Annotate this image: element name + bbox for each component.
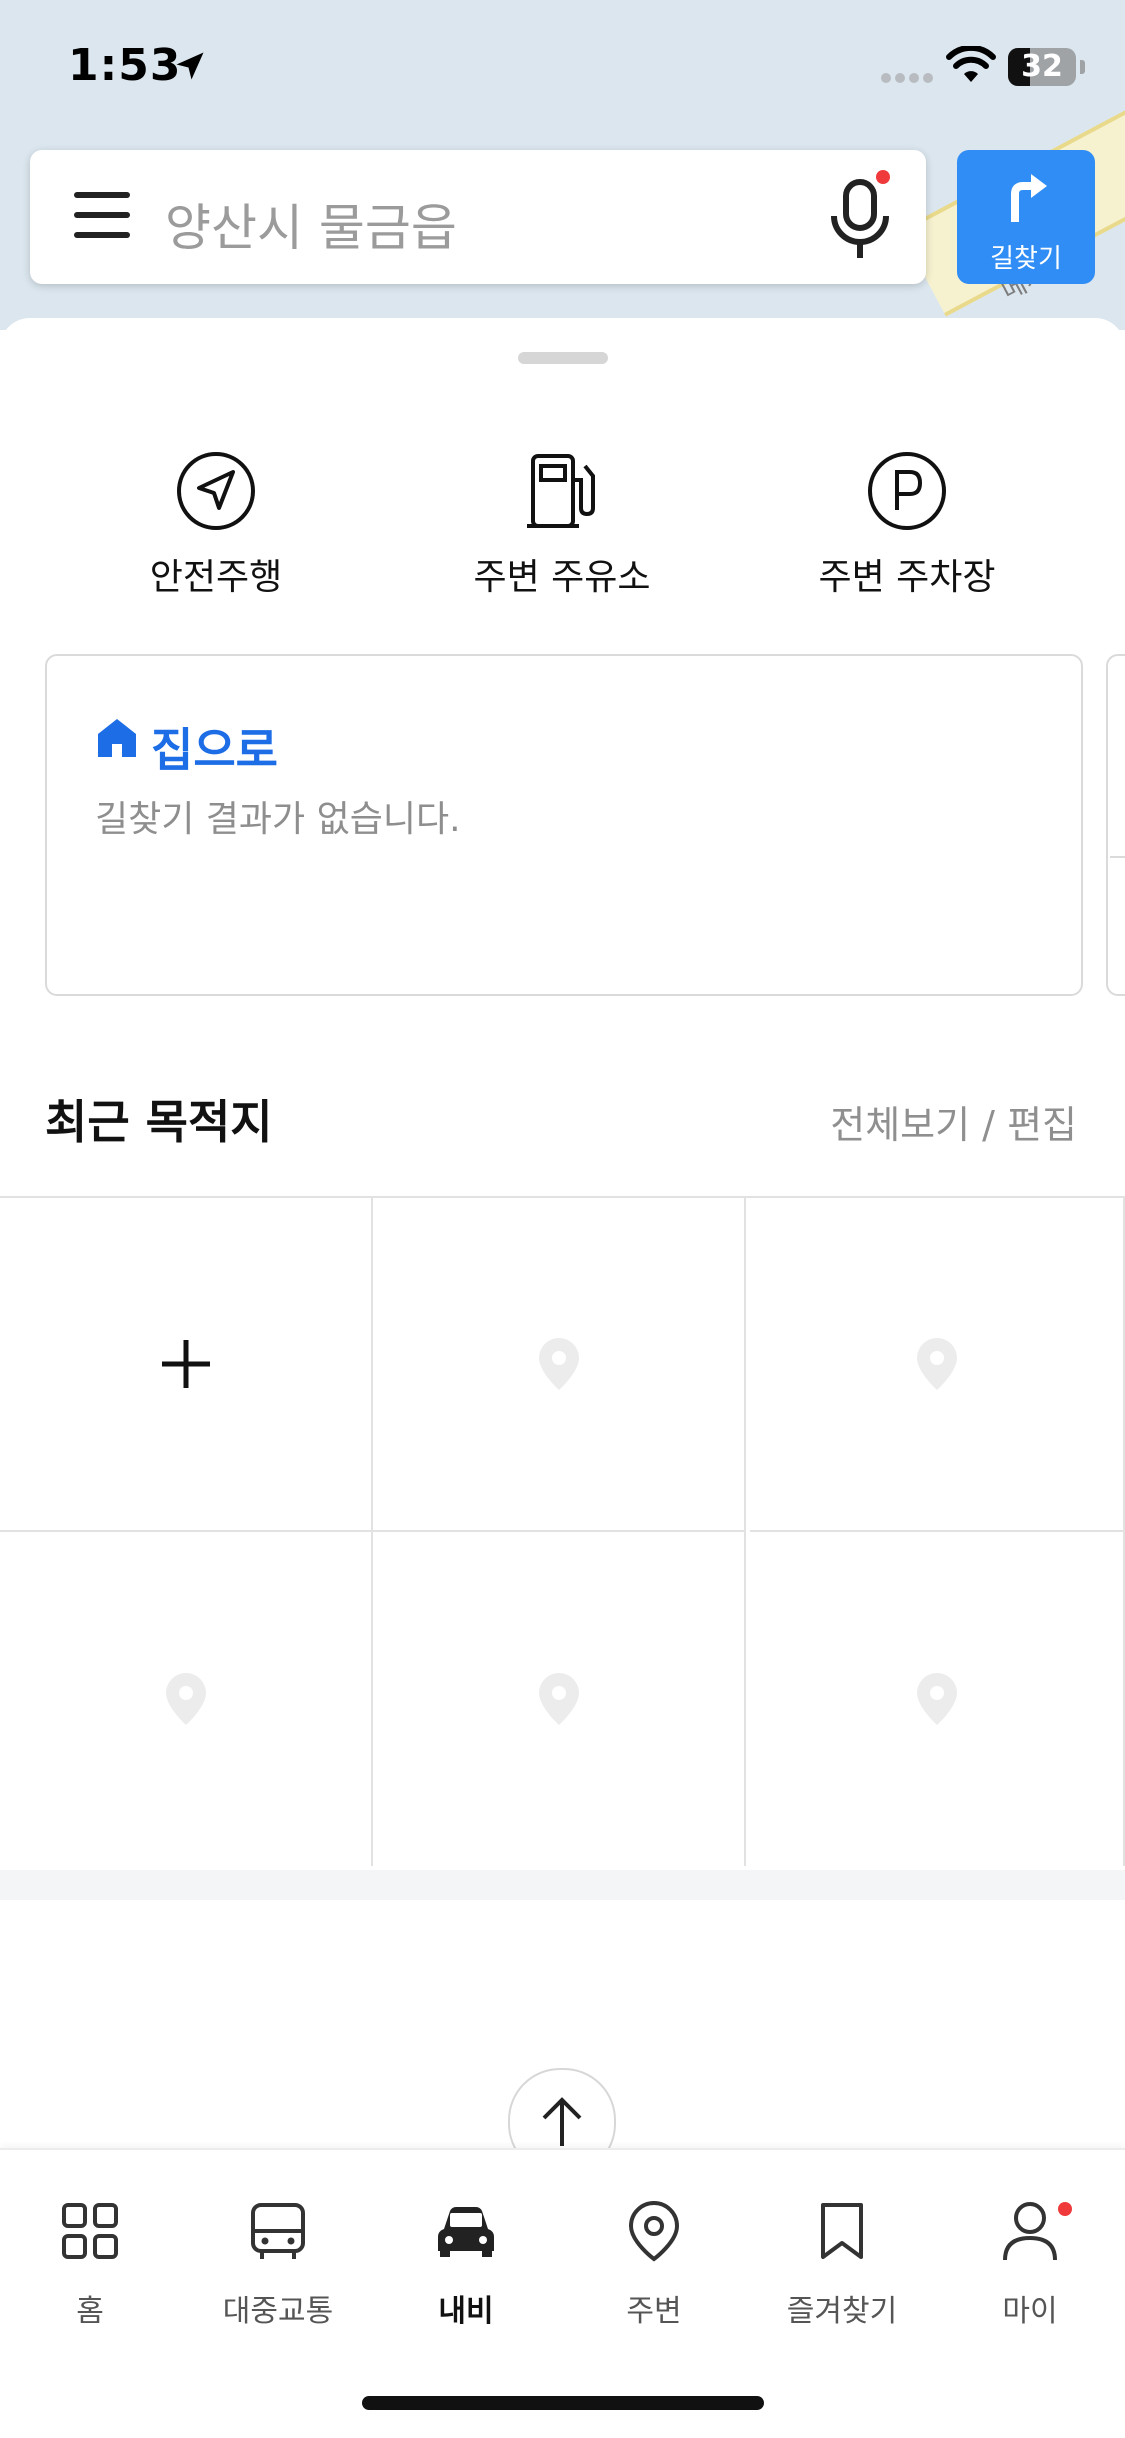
quick-action-parking[interactable]: 주변 주차장 — [757, 446, 1057, 600]
home-indicator — [362, 2396, 764, 2410]
quick-action-safe-driving[interactable]: 안전주행 — [66, 446, 366, 600]
add-destination-cell[interactable] — [0, 1198, 373, 1532]
arrow-up-icon — [542, 2097, 582, 2146]
navigation-icon — [177, 452, 255, 530]
location-pin-icon — [165, 1673, 206, 1725]
tab-navi[interactable]: 내비 — [376, 2196, 556, 2330]
tab-label: 내비 — [438, 2294, 494, 2329]
recent-destination-cell[interactable] — [373, 1198, 746, 1532]
bottom-sheet: 안전주행 주변 주유소 주변 주차장 집으로 길찾기 결과가 없습니다. 최근 … — [0, 318, 1125, 2436]
location-pin-icon — [916, 1673, 957, 1725]
status-time: 1:53 — [68, 40, 182, 91]
tab-home[interactable]: 홈 — [0, 2196, 180, 2330]
tab-favorites[interactable]: 즐겨찾기 — [752, 2196, 932, 2330]
car-icon — [438, 2207, 494, 2257]
sheet-handle[interactable] — [518, 352, 608, 364]
my-notification-dot — [1058, 2202, 1072, 2216]
route-button-label: 길찾기 — [990, 244, 1062, 274]
recent-destination-cell[interactable] — [0, 1532, 373, 1866]
parking-icon — [868, 452, 946, 530]
quick-action-gas-station[interactable]: 주변 주유소 — [412, 446, 712, 600]
quick-action-label: 주변 주차장 — [818, 557, 996, 598]
tab-label: 주변 — [626, 2294, 682, 2329]
microphone-icon[interactable] — [820, 174, 900, 264]
gas-station-icon — [527, 454, 595, 528]
turn-right-arrow-icon — [1011, 174, 1047, 222]
tab-my[interactable]: 마이 — [940, 2196, 1120, 2330]
wifi-icon — [946, 46, 996, 82]
quick-action-label: 안전주행 — [149, 557, 283, 598]
mic-notification-dot — [876, 170, 890, 184]
bottom-tab-bar: 홈 대중교통 내비 주변 즐겨찾기 마이 — [0, 2148, 1125, 2438]
bus-icon — [251, 2203, 305, 2259]
home-card-subtitle: 길찾기 결과가 없습니다. — [95, 799, 461, 840]
battery-level: 32 — [1021, 49, 1063, 84]
status-bar: 1:53 32 — [0, 0, 1125, 135]
card-divider — [1110, 856, 1125, 858]
tab-transit[interactable]: 대중교통 — [188, 2196, 368, 2330]
plus-icon — [161, 1340, 210, 1388]
grid-icon — [62, 2203, 118, 2259]
person-icon — [1003, 2202, 1057, 2261]
tab-label: 대중교통 — [222, 2294, 334, 2329]
location-pin-icon — [538, 1338, 579, 1390]
recent-destination-cell[interactable] — [750, 1198, 1125, 1532]
battery-tip — [1080, 60, 1085, 74]
location-pin-icon — [916, 1338, 957, 1390]
recent-view-all-edit-link[interactable]: 전체보기 / 편집 — [830, 1094, 1077, 1149]
search-bar[interactable]: 양산시 물금읍 — [30, 150, 926, 284]
bookmark-icon — [821, 2203, 863, 2259]
quick-action-label: 주변 주유소 — [473, 557, 651, 598]
tab-label: 마이 — [1002, 2294, 1058, 2329]
tab-nearby[interactable]: 주변 — [564, 2196, 744, 2330]
location-arrow-icon — [176, 52, 204, 80]
recent-destination-cell[interactable] — [750, 1532, 1125, 1866]
recent-destinations-grid — [0, 1196, 1125, 1872]
home-card-title: 집으로 — [151, 723, 278, 777]
next-card-peek[interactable] — [1106, 654, 1125, 996]
route-button[interactable]: 길찾기 — [957, 150, 1095, 284]
location-pin-icon — [538, 1673, 579, 1725]
menu-icon[interactable] — [74, 192, 130, 242]
battery-icon: 32 — [1008, 48, 1076, 86]
search-input[interactable]: 양산시 물금읍 — [165, 188, 457, 260]
tab-label: 즐겨찾기 — [786, 2294, 898, 2329]
tab-label: 홈 — [76, 2294, 104, 2329]
recent-destination-cell[interactable] — [373, 1532, 746, 1866]
home-route-card[interactable]: 집으로 길찾기 결과가 없습니다. — [45, 654, 1083, 996]
section-divider — [0, 1870, 1125, 1900]
location-pin-icon — [628, 2200, 680, 2262]
recent-destinations-title: 최근 목적지 — [45, 1095, 273, 1149]
signal-dots-icon — [881, 73, 933, 83]
